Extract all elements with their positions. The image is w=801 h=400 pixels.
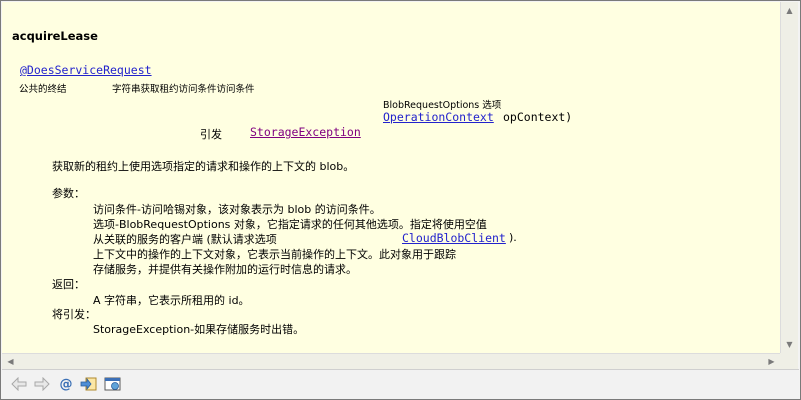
horizontal-scrollbar[interactable]: ◀ ▶ (2, 353, 780, 369)
at-symbol-icon[interactable]: @ (57, 375, 75, 393)
param-line: 从关联的服务的客户端 (默认请求选项 (93, 233, 277, 246)
param-line-suffix: ). (509, 231, 517, 244)
vertical-scrollbar[interactable]: ▲ ▼ (780, 2, 798, 353)
method-title: acquireLease (12, 29, 98, 43)
param-line: 访问条件-访问哈锡对象，该对象表示为 blob 的访问条件。 (93, 203, 381, 216)
signature-modifiers: 公共的终结 (19, 84, 67, 95)
signature-description: 字符串获取租约访问条件访问条件 (112, 84, 255, 95)
signature-param-type: BlobRequestOptions 选项 (383, 100, 502, 111)
scroll-down-icon[interactable]: ▼ (782, 337, 797, 352)
throws-label: 引发 (200, 128, 222, 141)
open-external-browser-icon[interactable] (104, 375, 122, 393)
javadoc-hover-window: acquireLease @DoesServiceRequest 公共的终结 字… (0, 0, 801, 400)
returns-text: A 字符串，它表示所租用的 id。 (93, 294, 250, 307)
scroll-left-icon[interactable]: ◀ (3, 354, 18, 369)
annotation-link[interactable]: @DoesServiceRequest (20, 63, 152, 77)
hover-toolbar: @ (2, 369, 799, 399)
scrollbar-corner (780, 353, 798, 369)
scroll-up-icon[interactable]: ▲ (782, 3, 797, 18)
forward-arrow-icon[interactable] (33, 375, 51, 393)
scroll-right-icon[interactable]: ▶ (764, 354, 779, 369)
javadoc-content: acquireLease @DoesServiceRequest 公共的终结 字… (2, 2, 780, 353)
param-line: 上下文中的操作的上下文对象，它表示当前操作的上下文。此对象用于跟踪 (93, 248, 456, 261)
throws-section-label: 将引发： (52, 308, 96, 321)
storage-exception-link[interactable]: StorageException (250, 125, 361, 139)
throws-text: StorageException-如果存储服务时出错。 (93, 323, 305, 336)
open-declaration-icon[interactable] (80, 375, 98, 393)
param-line: 存储服务，并提供有关操作附加的运行时信息的请求。 (93, 263, 357, 276)
operation-context-link[interactable]: OperationContext (383, 110, 494, 124)
returns-label: 返回： (52, 278, 85, 291)
signature-opcontext-param: opContext) (503, 110, 573, 124)
param-line: 选项-BlobRequestOptions 对象，它指定请求的任何其他选项。指定… (93, 218, 487, 231)
params-label: 参数： (52, 187, 85, 200)
cloud-blob-client-link[interactable]: CloudBlobClient (402, 231, 506, 245)
back-arrow-icon[interactable] (10, 375, 28, 393)
method-summary: 获取新的租约上使用选项指定的请求和操作的上下文的 blob。 (52, 160, 355, 173)
